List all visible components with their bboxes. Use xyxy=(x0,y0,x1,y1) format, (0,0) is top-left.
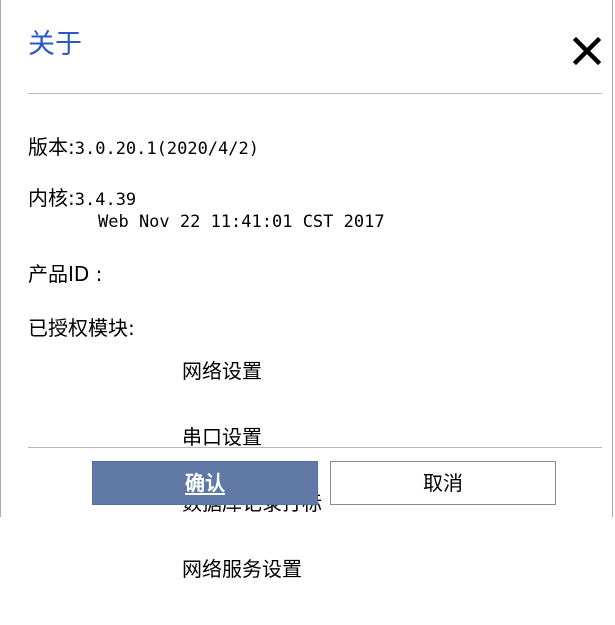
module-item: 网络服务设置 xyxy=(182,557,302,581)
button-divider xyxy=(28,447,602,448)
ok-button[interactable]: 确认 xyxy=(92,461,318,505)
title-divider xyxy=(28,93,602,94)
product-label: 产品ID : xyxy=(28,262,103,286)
kernel-build-row: Web Nov 22 11:41:01 CST 2017 xyxy=(98,210,385,233)
kernel-value: 3.4.39 xyxy=(74,190,137,210)
modules-label: 已授权模块: xyxy=(28,316,135,340)
version-value: 3.0.20.1(2020/4/2) xyxy=(74,139,259,159)
cancel-button[interactable]: 取消 xyxy=(330,461,556,505)
dialog-title: 关于 xyxy=(28,29,82,60)
kernel-row: 内核:3.4.39 xyxy=(28,187,136,211)
module-item: 串口设置 xyxy=(182,425,262,449)
about-dialog: 关于 版本:3.0.20.1(2020/4/2) 内核:3.4.39 Web N… xyxy=(0,0,613,580)
version-label: 版本: xyxy=(28,135,75,159)
kernel-label: 内核: xyxy=(28,186,75,210)
close-icon xyxy=(572,36,602,66)
title-bar: 关于 xyxy=(1,0,612,94)
close-button[interactable] xyxy=(570,34,604,68)
kernel-build: Web Nov 22 11:41:01 CST 2017 xyxy=(98,212,385,232)
product-row: 产品ID : xyxy=(28,263,102,287)
version-row: 版本:3.0.20.1(2020/4/2) xyxy=(28,136,259,160)
module-item: 网络设置 xyxy=(182,359,262,383)
